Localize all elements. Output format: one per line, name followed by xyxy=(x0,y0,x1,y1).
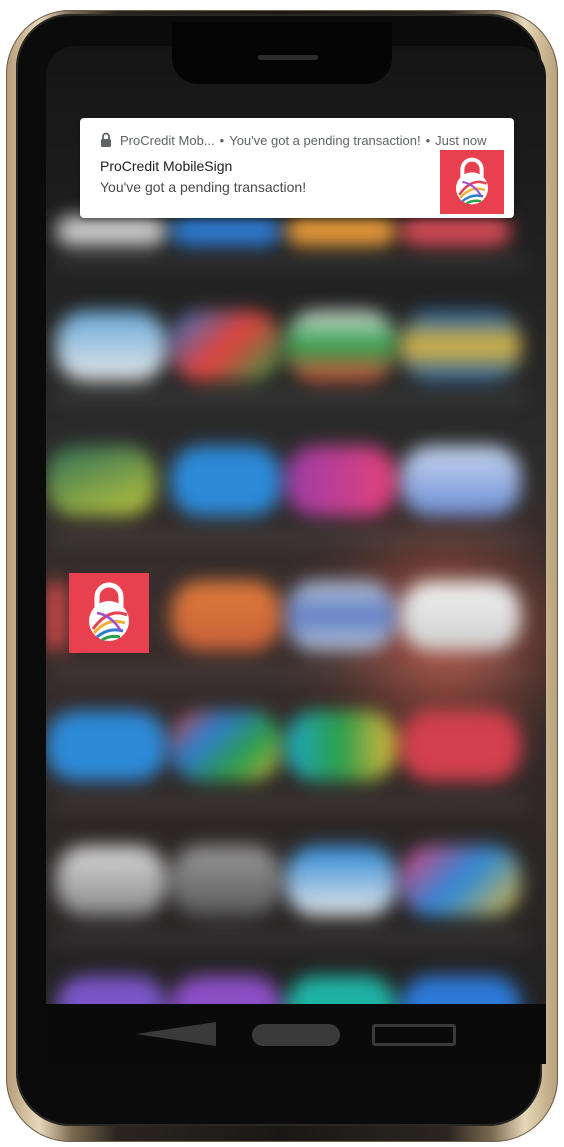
separator: • xyxy=(425,132,431,148)
app-icon[interactable] xyxy=(46,581,66,651)
notification-time: Just now xyxy=(435,132,487,148)
lock-icon xyxy=(101,132,111,147)
app-row xyxy=(46,301,546,401)
app-icon[interactable] xyxy=(401,846,521,916)
app-icon[interactable] xyxy=(286,711,396,781)
separator: • xyxy=(219,132,225,148)
app-icon[interactable] xyxy=(56,846,166,916)
app-label-line xyxy=(56,261,526,265)
app-icon[interactable] xyxy=(286,216,396,246)
app-icon[interactable] xyxy=(401,976,521,1004)
navigation-bar xyxy=(46,1004,546,1064)
app-icon[interactable] xyxy=(286,311,396,381)
notification-card[interactable]: ProCredit Mob... • You've got a pending … xyxy=(80,118,514,218)
app-icon[interactable] xyxy=(171,311,281,381)
app-label-line xyxy=(56,801,526,805)
notification-app-name: ProCredit Mob... xyxy=(120,132,215,148)
app-icon[interactable] xyxy=(171,216,281,246)
notification-header-message: You've got a pending transaction! xyxy=(229,132,421,148)
notification-header: ProCredit Mob... • You've got a pending … xyxy=(100,132,486,148)
app-icon[interactable] xyxy=(286,976,396,1004)
app-icon[interactable] xyxy=(286,846,396,916)
app-icon[interactable] xyxy=(171,446,281,516)
app-label-line xyxy=(56,936,526,940)
app-icon[interactable] xyxy=(401,711,521,781)
app-icon[interactable] xyxy=(56,311,166,381)
phone-notch xyxy=(172,22,392,84)
notification-title: ProCredit MobileSign xyxy=(100,158,233,174)
app-icon[interactable] xyxy=(56,976,166,1004)
app-icon[interactable] xyxy=(46,711,166,781)
app-icon[interactable] xyxy=(171,711,281,781)
app-row xyxy=(46,966,546,1004)
app-icon[interactable] xyxy=(56,216,166,246)
app-icon[interactable] xyxy=(171,581,281,651)
app-row xyxy=(46,701,546,805)
notification-app-icon xyxy=(440,150,504,214)
app-icon[interactable] xyxy=(46,446,156,516)
home-icon[interactable] xyxy=(252,1024,340,1046)
app-icon[interactable] xyxy=(286,446,396,516)
app-label-line xyxy=(56,396,526,400)
phone-speaker xyxy=(258,55,318,60)
lock-globe-icon xyxy=(456,157,488,205)
lock-globe-icon xyxy=(89,582,129,642)
app-icon[interactable] xyxy=(401,446,521,516)
app-label-line xyxy=(56,671,526,675)
app-icon[interactable] xyxy=(401,581,521,651)
app-icon[interactable] xyxy=(171,976,281,1004)
app-icon[interactable] xyxy=(401,311,521,381)
recents-icon[interactable] xyxy=(372,1024,456,1046)
back-icon[interactable] xyxy=(136,1022,216,1046)
app-icon[interactable] xyxy=(171,846,281,916)
app-row xyxy=(46,836,546,940)
app-icon[interactable] xyxy=(401,216,511,246)
procredit-mobilesign-app-icon[interactable] xyxy=(69,573,149,653)
app-row xyxy=(46,436,546,540)
app-label-line xyxy=(56,536,526,540)
notification-body: You've got a pending transaction! xyxy=(100,179,307,195)
app-icon[interactable] xyxy=(286,581,396,651)
